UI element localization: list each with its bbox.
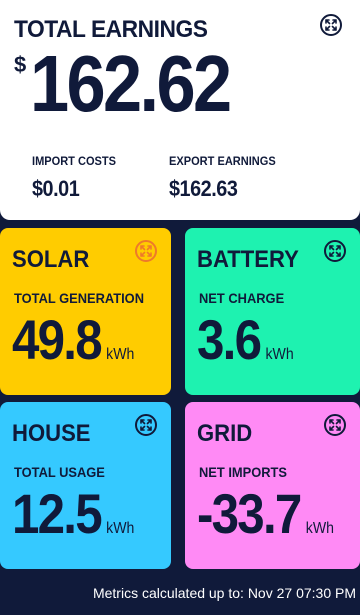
battery-label: NET CHARGE xyxy=(199,290,285,306)
import-costs-value: $0.01 xyxy=(32,176,80,201)
battery-value: 3.6 kWh xyxy=(197,312,294,368)
solar-label: TOTAL GENERATION xyxy=(14,290,145,306)
grid-unit: kWh xyxy=(305,520,334,537)
house-number: 12.5 xyxy=(12,482,103,545)
battery-title: BATTERY xyxy=(197,246,299,273)
export-earnings-label: EXPORT EARNINGS xyxy=(169,154,276,168)
currency-symbol: $ xyxy=(14,52,27,77)
expand-icon[interactable] xyxy=(324,414,346,436)
solar-value: 49.8 kWh xyxy=(12,312,134,368)
metrics-timestamp: Metrics calculated up to: Nov 27 07:30 P… xyxy=(92,585,356,601)
grid-value: -33.7 kWh xyxy=(197,486,334,542)
house-unit: kWh xyxy=(106,520,135,537)
grid-title: GRID xyxy=(197,420,253,447)
grid-number: -33.7 xyxy=(197,482,302,545)
battery-unit: kWh xyxy=(265,346,294,363)
house-card[interactable]: HOUSE TOTAL USAGE 12.5 kWh xyxy=(0,402,171,569)
total-earnings-value: 162.62 xyxy=(30,39,232,128)
solar-number: 49.8 xyxy=(12,308,103,371)
grid-label: NET IMPORTS xyxy=(199,464,288,480)
solar-card[interactable]: SOLAR TOTAL GENERATION 49.8 kWh xyxy=(0,228,171,395)
grid-card[interactable]: GRID NET IMPORTS -33.7 kWh xyxy=(185,402,360,569)
import-costs-label: IMPORT COSTS xyxy=(32,154,117,168)
house-label: TOTAL USAGE xyxy=(14,464,105,480)
solar-unit: kWh xyxy=(106,346,135,363)
expand-icon[interactable] xyxy=(135,414,157,436)
expand-icon[interactable] xyxy=(320,14,342,36)
house-value: 12.5 kWh xyxy=(12,486,134,542)
expand-icon[interactable] xyxy=(324,240,346,262)
battery-number: 3.6 xyxy=(197,308,262,371)
house-title: HOUSE xyxy=(12,420,91,447)
battery-card[interactable]: BATTERY NET CHARGE 3.6 kWh xyxy=(185,228,360,395)
total-earnings-card: TOTAL EARNINGS $ 162.62 IMPORT COSTS $0.… xyxy=(0,0,360,220)
expand-icon[interactable] xyxy=(135,240,157,262)
export-earnings-value: $162.63 xyxy=(169,176,238,201)
solar-title: SOLAR xyxy=(12,246,90,273)
